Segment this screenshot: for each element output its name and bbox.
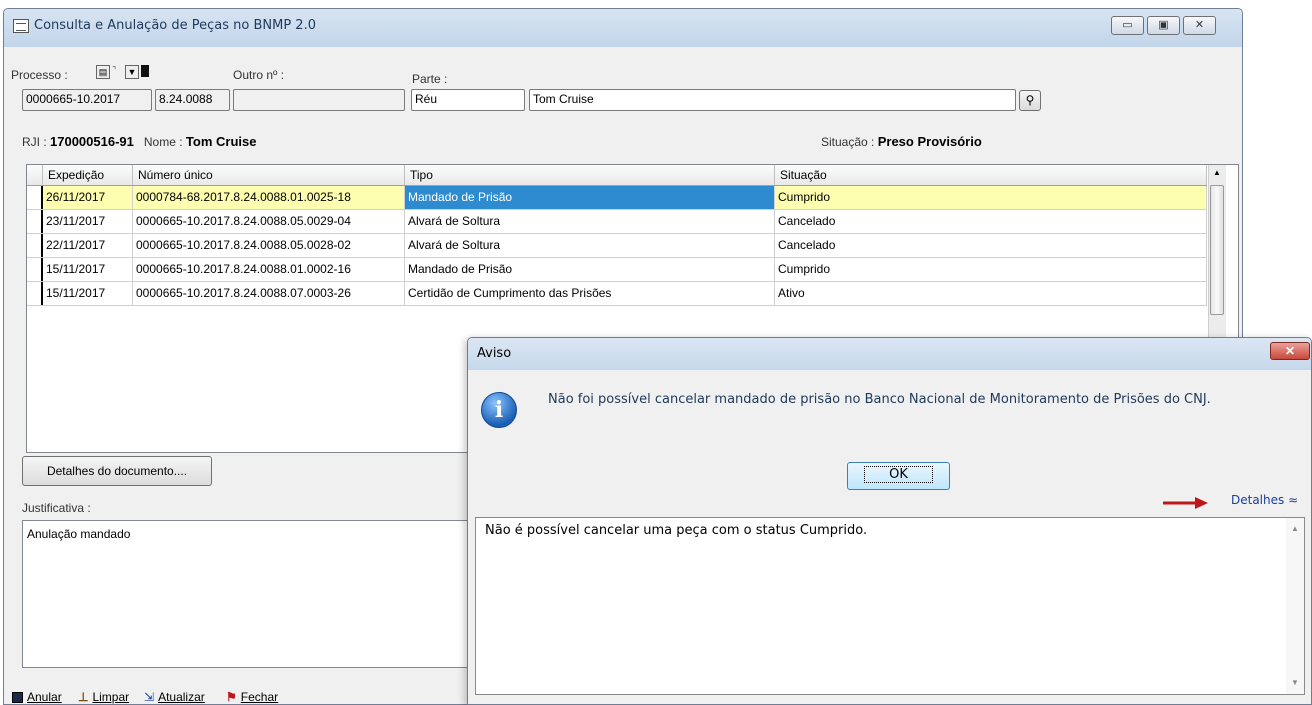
anular-button[interactable]: Anular — [12, 690, 62, 704]
cell-numero-unico[interactable]: 0000665-10.2017.8.24.0088.05.0029-04 — [133, 210, 405, 233]
cell-expedicao[interactable]: 15/11/2017 — [43, 258, 133, 281]
atualizar-label: Atualizar — [158, 690, 205, 704]
save-disk-icon — [12, 691, 23, 703]
cell-situacao[interactable]: Cancelado — [775, 234, 1207, 257]
anular-label: Anular — [27, 690, 62, 704]
dropdown-arrow-icon[interactable]: ▼ — [125, 65, 139, 79]
processo-field-2[interactable]: 8.24.0088 — [155, 89, 230, 111]
parte-tipo-field[interactable]: Réu — [411, 89, 525, 111]
table-row[interactable]: 15/11/2017 0000665-10.2017.8.24.0088.07.… — [27, 282, 1207, 306]
exit-sign-icon: ⚑ — [226, 690, 237, 704]
processo-label: Processo : — [11, 68, 68, 82]
scroll-down-icon[interactable]: ▼ — [1291, 678, 1299, 687]
search-icon: ⚲ — [1025, 93, 1035, 107]
cell-expedicao[interactable]: 22/11/2017 — [43, 234, 133, 257]
nome-label: Nome : — [143, 135, 183, 149]
red-arrow-annotation — [1163, 497, 1208, 509]
cell-tipo[interactable]: Certidão de Cumprimento das Prisões — [405, 282, 775, 305]
outro-numero-field[interactable] — [233, 89, 405, 111]
detalhes-documento-button[interactable]: Detalhes do documento.... — [22, 456, 212, 486]
rji-line: RJI : 170000516-91 Nome : Tom Cruise — [22, 134, 256, 149]
column-header-situacao[interactable]: Situação — [775, 165, 1207, 185]
situacao-value: Preso Provisório — [877, 134, 982, 149]
limpar-label: Limpar — [92, 690, 130, 704]
fechar-button[interactable]: ⚑ Fechar — [226, 690, 278, 704]
process-lookup-icon[interactable]: ▤ — [96, 65, 110, 79]
minimize-button[interactable]: ▭ — [1111, 16, 1144, 35]
row-indicator — [27, 282, 43, 305]
cell-tipo[interactable]: Mandado de Prisão — [405, 258, 775, 281]
processo-field-1[interactable]: 0000665-10.2017 — [22, 89, 152, 111]
fechar-label: Fechar — [240, 690, 279, 704]
ok-button[interactable]: OK — [847, 462, 950, 490]
limpar-button[interactable]: ⊥ Limpar — [78, 690, 129, 704]
cell-situacao[interactable]: Ativo — [775, 282, 1207, 305]
cell-tipo[interactable]: Mandado de Prisão — [405, 186, 775, 209]
broom-icon: ⊥ — [78, 690, 89, 704]
details-scrollbar[interactable]: ▲ ▼ — [1286, 518, 1304, 694]
nome-value: Tom Cruise — [185, 134, 257, 149]
justificativa-label: Justificativa : — [22, 501, 91, 515]
scrollbar-thumb[interactable] — [1210, 185, 1224, 315]
window-title: Consulta e Anulação de Peças no BNMP 2.0 — [34, 18, 316, 33]
separator-icon: ⌝ — [112, 65, 117, 75]
column-header-expedicao[interactable]: Expedição — [43, 165, 133, 185]
situacao-line: Situação : Preso Provisório — [821, 134, 982, 149]
aviso-dialog: Aviso ✕ i Não foi possível cancelar mand… — [467, 337, 1312, 705]
justificativa-textarea[interactable]: Anulação mandado — [22, 520, 522, 668]
cell-expedicao[interactable]: 15/11/2017 — [43, 282, 133, 305]
table-row[interactable]: 23/11/2017 0000665-10.2017.8.24.0088.05.… — [27, 210, 1207, 234]
info-icon: i — [481, 392, 517, 428]
detalhes-toggle-link[interactable]: Detalhes ≈ — [1231, 493, 1298, 507]
scroll-up-icon[interactable]: ▲ — [1291, 524, 1299, 533]
main-titlebar[interactable]: Consulta e Anulação de Peças no BNMP 2.0… — [4, 9, 1242, 47]
cell-numero-unico[interactable]: 0000665-10.2017.8.24.0088.01.0002-16 — [133, 258, 405, 281]
cell-situacao[interactable]: Cancelado — [775, 210, 1207, 233]
cell-numero-unico[interactable]: 0000665-10.2017.8.24.0088.07.0003-26 — [133, 282, 405, 305]
row-indicator — [27, 186, 43, 209]
rji-label: RJI : — [22, 135, 47, 149]
atualizar-button[interactable]: ⇲ Atualizar — [144, 690, 205, 704]
cell-situacao[interactable]: Cumprido — [775, 186, 1207, 209]
scroll-up-icon[interactable]: ▲ — [1213, 168, 1221, 177]
cell-numero-unico[interactable]: 0000784-68.2017.8.24.0088.01.0025-18 — [133, 186, 405, 209]
search-button[interactable]: ⚲ — [1019, 90, 1041, 111]
maximize-button[interactable]: ▣ — [1147, 16, 1180, 35]
refresh-arrow-icon: ⇲ — [144, 690, 155, 704]
cell-tipo[interactable]: Alvará de Soltura — [405, 210, 775, 233]
cell-tipo[interactable]: Alvará de Soltura — [405, 234, 775, 257]
dialog-close-button[interactable]: ✕ — [1270, 342, 1310, 360]
details-textbox[interactable]: Não é possível cancelar uma peça com o s… — [475, 517, 1305, 695]
row-indicator — [27, 258, 43, 281]
outro-numero-label: Outro nº : — [233, 68, 285, 82]
row-indicator-header — [27, 165, 43, 185]
table-row[interactable]: 26/11/2017 0000784-68.2017.8.24.0088.01.… — [27, 186, 1207, 210]
details-text: Não é possível cancelar uma peça com o s… — [485, 523, 868, 538]
rji-value: 170000516-91 — [50, 134, 134, 149]
table-header: Expedição Número único Tipo Situação — [27, 165, 1207, 186]
parte-label: Parte : — [412, 72, 448, 86]
ok-label: OK — [864, 466, 933, 483]
dialog-titlebar[interactable]: Aviso ✕ — [468, 338, 1311, 370]
table-row[interactable]: 15/11/2017 0000665-10.2017.8.24.0088.01.… — [27, 258, 1207, 282]
dialog-title: Aviso — [477, 346, 512, 361]
column-header-tipo[interactable]: Tipo — [405, 165, 775, 185]
situacao-label: Situação : — [821, 135, 875, 149]
justificativa-text: Anulação mandado — [27, 527, 131, 541]
cell-situacao[interactable]: Cumprido — [775, 258, 1207, 281]
row-indicator — [27, 234, 43, 257]
cell-numero-unico[interactable]: 0000665-10.2017.8.24.0088.05.0028-02 — [133, 234, 405, 257]
column-header-numero-unico[interactable]: Número único — [133, 165, 405, 185]
parte-nome-field[interactable]: Tom Cruise — [529, 89, 1016, 111]
table-row[interactable]: 22/11/2017 0000665-10.2017.8.24.0088.05.… — [27, 234, 1207, 258]
row-indicator — [27, 210, 43, 233]
cell-expedicao[interactable]: 23/11/2017 — [43, 210, 133, 233]
cell-expedicao[interactable]: 26/11/2017 — [43, 186, 133, 209]
dialog-message: Não foi possível cancelar mandado de pri… — [548, 392, 1211, 407]
close-button[interactable]: ✕ — [1183, 16, 1216, 35]
stop-icon[interactable] — [141, 65, 149, 77]
app-window-icon — [13, 19, 29, 33]
